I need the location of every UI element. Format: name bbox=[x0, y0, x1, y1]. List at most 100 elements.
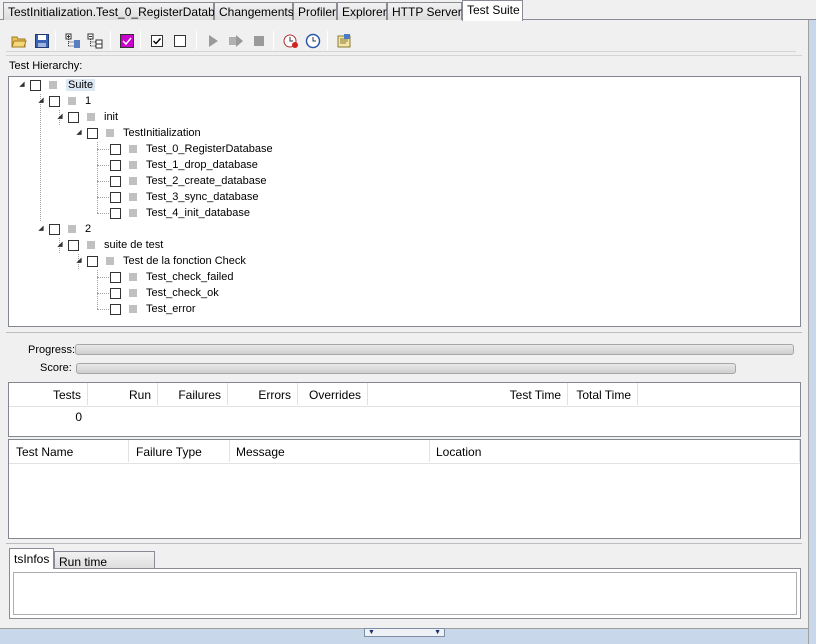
tab-profiler[interactable]: Profiler bbox=[293, 2, 337, 20]
tree-node-checkbox[interactable] bbox=[110, 159, 121, 171]
score-label: Score: bbox=[40, 362, 72, 374]
column-header-failures[interactable]: Failures bbox=[158, 383, 228, 405]
stop-icon[interactable] bbox=[250, 32, 267, 49]
tree-node-label: Test_check_ok bbox=[146, 287, 219, 299]
toolbar-separator bbox=[55, 31, 56, 50]
column-header-errors[interactable]: Errors bbox=[228, 383, 298, 405]
run-selected-icon[interactable] bbox=[227, 32, 244, 49]
tree-node-checkbox[interactable] bbox=[110, 271, 121, 283]
column-header-test-time[interactable]: Test Time bbox=[368, 383, 568, 405]
collapse-all-icon[interactable] bbox=[86, 32, 103, 49]
tree-node-label: Test_2_create_database bbox=[146, 175, 267, 187]
column-header-total-time[interactable]: Total Time bbox=[568, 383, 638, 405]
tree-connector bbox=[97, 149, 109, 150]
toolbar-separator bbox=[140, 31, 141, 50]
tab-test-suite[interactable]: Test Suite bbox=[462, 0, 523, 21]
panel-resize-handle[interactable]: ▼ ▼ bbox=[364, 628, 445, 637]
tree-node-test-de-la-fonction-check[interactable]: ◢ Test de la fonction Check bbox=[75, 253, 246, 269]
tree-connector bbox=[97, 181, 109, 182]
column-header-location[interactable]: Location bbox=[430, 440, 800, 462]
column-header-message[interactable]: Message bbox=[230, 440, 430, 462]
tree-node-test[interactable]: Test_check_failed bbox=[110, 269, 233, 285]
window-right-border bbox=[808, 20, 816, 644]
tree-node-checkbox[interactable] bbox=[49, 95, 60, 107]
tree-node-checkbox[interactable] bbox=[87, 255, 98, 267]
tree-node-checkbox[interactable] bbox=[30, 79, 41, 91]
tree-node-label: Test_0_RegisterDatabase bbox=[146, 143, 273, 155]
collapse-arrow-icon[interactable]: ◢ bbox=[37, 225, 45, 233]
status-square-icon bbox=[106, 129, 114, 137]
tree-connector bbox=[97, 270, 98, 309]
column-header-run[interactable]: Run bbox=[88, 383, 158, 405]
tree-node-test[interactable]: Test_4_init_database bbox=[110, 205, 250, 221]
check-all-icon[interactable] bbox=[148, 32, 165, 49]
status-square-icon bbox=[129, 161, 137, 169]
column-header-overrides[interactable]: Overrides bbox=[298, 383, 368, 405]
tsinfos-textbox[interactable] bbox=[13, 572, 797, 615]
tree-node-checkbox[interactable] bbox=[110, 207, 121, 219]
chevron-down-icon: ▼ bbox=[434, 629, 441, 636]
column-header-failure-type[interactable]: Failure Type bbox=[129, 440, 230, 462]
toolbar-separator bbox=[273, 31, 274, 50]
tree-connector bbox=[97, 213, 109, 214]
status-square-icon bbox=[129, 305, 137, 313]
tree-node-checkbox[interactable] bbox=[87, 127, 98, 139]
score-bar bbox=[76, 363, 736, 374]
status-square-icon bbox=[106, 257, 114, 265]
timer-icon[interactable] bbox=[282, 32, 299, 49]
tab-http-server[interactable]: HTTP Server bbox=[387, 2, 462, 20]
color-icon[interactable] bbox=[118, 32, 135, 49]
tree-node-checkbox[interactable] bbox=[68, 239, 79, 251]
tree-node-checkbox[interactable] bbox=[110, 303, 121, 315]
export-icon[interactable] bbox=[335, 32, 352, 49]
tree-node-test[interactable]: Test_1_drop_database bbox=[110, 157, 258, 173]
tab-explorer[interactable]: Explorer bbox=[337, 2, 387, 20]
splitter[interactable] bbox=[6, 332, 802, 333]
run-icon[interactable] bbox=[204, 32, 221, 49]
tree-node-test[interactable]: Test_3_sync_database bbox=[110, 189, 259, 205]
tab-tsinfos[interactable]: tsInfos bbox=[9, 548, 54, 569]
status-square-icon bbox=[68, 225, 76, 233]
tree-node-init[interactable]: ◢ init bbox=[56, 109, 118, 125]
clock-icon[interactable] bbox=[304, 32, 321, 49]
header-divider bbox=[9, 463, 800, 464]
tree-node-label: suite de test bbox=[104, 239, 164, 251]
tree-node-label: 2 bbox=[85, 223, 92, 235]
tree-node-checkbox[interactable] bbox=[110, 191, 121, 203]
tree-node-test[interactable]: Test_2_create_database bbox=[110, 173, 266, 189]
tree-connector bbox=[97, 277, 109, 278]
status-square-icon bbox=[87, 113, 95, 121]
tab-test-initialization[interactable]: TestInitialization.Test_0_RegisterDataba… bbox=[3, 2, 234, 20]
tree-node-test[interactable]: Test_0_RegisterDatabase bbox=[110, 141, 273, 157]
test-hierarchy-tree[interactable]: ◢ Suite ◢ 1 ◢ init ◢ TestInitialization … bbox=[8, 76, 801, 327]
collapse-arrow-icon[interactable]: ◢ bbox=[75, 129, 83, 137]
tree-node-suite-de-test[interactable]: ◢ suite de test bbox=[56, 237, 163, 253]
collapse-arrow-icon[interactable]: ◢ bbox=[18, 81, 26, 89]
test-hierarchy-label: Test Hierarchy: bbox=[9, 60, 83, 72]
tree-connector bbox=[97, 293, 109, 294]
collapse-arrow-icon[interactable]: ◢ bbox=[75, 257, 83, 265]
collapse-arrow-icon[interactable]: ◢ bbox=[37, 97, 45, 105]
open-folder-icon[interactable] bbox=[10, 32, 27, 49]
tree-node-testinitialization[interactable]: ◢ TestInitialization bbox=[75, 125, 200, 141]
tree-node-test[interactable]: Test_error bbox=[110, 301, 196, 317]
splitter[interactable] bbox=[6, 543, 802, 544]
tab-changements[interactable]: Changements bbox=[214, 2, 294, 20]
collapse-arrow-icon[interactable]: ◢ bbox=[56, 113, 64, 121]
column-header-tests[interactable]: Tests bbox=[9, 383, 88, 405]
tree-node-test[interactable]: Test_check_ok bbox=[110, 285, 219, 301]
toolbar-separator bbox=[196, 31, 197, 50]
tree-node-checkbox[interactable] bbox=[110, 175, 121, 187]
tree-node-checkbox[interactable] bbox=[110, 143, 121, 155]
tree-node-suite[interactable]: ◢ Suite bbox=[18, 77, 96, 93]
tree-node-checkbox[interactable] bbox=[110, 287, 121, 299]
save-icon[interactable] bbox=[33, 32, 50, 49]
column-header-test-name[interactable]: Test Name bbox=[9, 440, 129, 462]
collapse-arrow-icon[interactable]: ◢ bbox=[56, 241, 64, 249]
uncheck-all-icon[interactable] bbox=[171, 32, 188, 49]
expand-all-icon[interactable] bbox=[64, 32, 81, 49]
tree-node-1[interactable]: ◢ 1 bbox=[37, 93, 91, 109]
tree-node-2[interactable]: ◢ 2 bbox=[37, 221, 91, 237]
tree-node-checkbox[interactable] bbox=[68, 111, 79, 123]
tree-node-checkbox[interactable] bbox=[49, 223, 60, 235]
